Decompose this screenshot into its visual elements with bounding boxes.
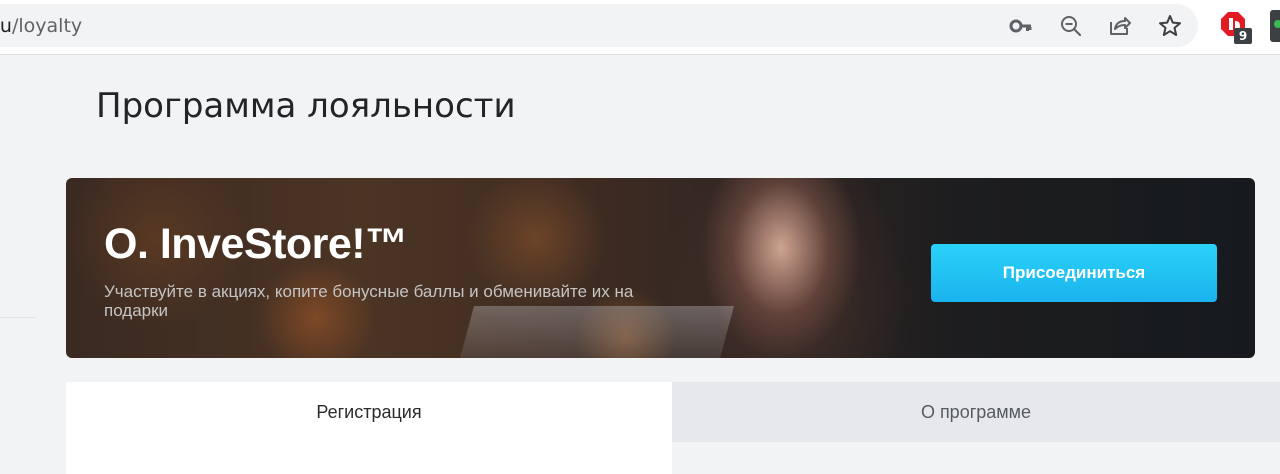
browser-toolbar: r.ru/loyalty 9 [0, 0, 1280, 55]
extension-adblock-button[interactable]: 9 [1218, 9, 1252, 45]
tab-about-program[interactable]: О программе [672, 382, 1280, 442]
sidebar-divider [0, 317, 36, 318]
key-icon[interactable] [1008, 13, 1034, 39]
address-bar[interactable]: r.ru/loyalty [0, 4, 1198, 47]
url-text[interactable]: r.ru/loyalty [0, 15, 82, 37]
star-icon[interactable] [1157, 13, 1183, 39]
banner-description: Участвуйте в акциях, копите бонусные бал… [104, 282, 634, 320]
url-host: r.ru [0, 15, 12, 37]
extension-badge: 9 [1234, 28, 1252, 44]
page-title: Программа лояльности [96, 86, 516, 126]
extension-icon[interactable] [1270, 10, 1280, 42]
tab-about-program-label: О программе [920, 401, 1032, 422]
tab-registration-label: Регистрация [316, 402, 422, 422]
brand-logo: O. InveStore!™ [104, 220, 408, 268]
tab-registration[interactable]: Регистрация [66, 382, 672, 474]
url-path: /loyalty [11, 15, 83, 37]
loyalty-banner: O. InveStore!™ Участвуйте в акциях, копи… [66, 178, 1255, 358]
join-button[interactable]: Присоединиться [931, 244, 1217, 302]
share-icon[interactable] [1107, 13, 1133, 39]
zoom-out-icon[interactable] [1058, 13, 1084, 39]
tabs: Регистрация О программе [66, 382, 1280, 474]
